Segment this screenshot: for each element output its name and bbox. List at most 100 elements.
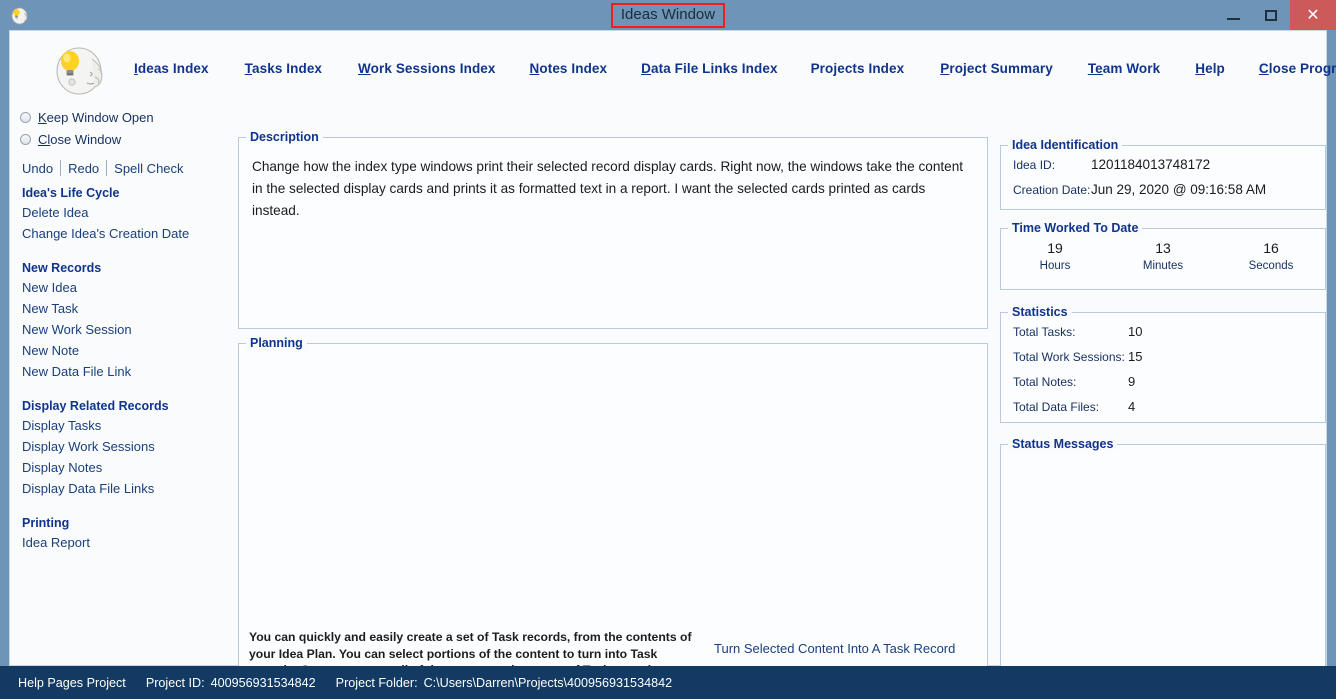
menu-mnemonic: H	[1195, 60, 1206, 76]
idea-id-row: Idea ID: 1201184013748172	[1001, 152, 1325, 177]
sidebar-link-new-task[interactable]: New Task	[20, 298, 232, 319]
lightbulb-head-logo-icon	[46, 39, 112, 97]
stat-row-total-tasks: Total Tasks: 10	[1001, 319, 1325, 344]
menu-item-project-summary[interactable]: Project Summary	[940, 61, 1053, 76]
close-button[interactable]: ✕	[1290, 0, 1336, 30]
status-messages-text	[1011, 457, 1315, 682]
menu-mnemonic: T	[244, 60, 252, 76]
menu-item-close-program[interactable]: Close Program	[1259, 61, 1336, 76]
time-worked-grid: 19 Hours 13 Minutes 16 Seconds	[1001, 239, 1325, 274]
menu-label: otes Index	[539, 60, 608, 76]
sidebar-link-new-idea[interactable]: New Idea	[20, 277, 232, 298]
menu-label: ata File Links Index	[651, 60, 778, 76]
minutes-label: Minutes	[1142, 260, 1184, 272]
total-notes-label: Total Notes:	[1013, 374, 1077, 389]
menu-item-team-work[interactable]: Team Work	[1088, 61, 1160, 76]
creation-date-label: Creation Date:	[1013, 182, 1091, 197]
menu-label: elp	[1205, 60, 1225, 76]
hours-value: 19	[1047, 240, 1063, 256]
description-panel[interactable]: Description Change how the index type wi…	[238, 130, 988, 329]
radio-mnemonic: K	[38, 110, 47, 125]
menu-mnemonic: P	[940, 60, 950, 76]
menu-item-work-sessions-index[interactable]: Work Sessions Index	[358, 61, 495, 76]
statistics-title: Statistics	[1008, 305, 1072, 319]
menu-item-projects-index[interactable]: Projects Index	[811, 61, 905, 76]
maximize-button[interactable]	[1252, 0, 1290, 30]
sidebar-link-change-creation-date[interactable]: Change Idea's Creation Date	[20, 223, 232, 244]
project-name: Help Pages Project	[18, 675, 126, 690]
sidebar-link-display-work-sessions[interactable]: Display Work Sessions	[20, 436, 232, 457]
time-cell-hours: 19 Hours	[1001, 239, 1109, 274]
description-text[interactable]: Change how the index type windows print …	[252, 156, 973, 222]
project-id-label: Project ID:	[145, 675, 205, 690]
total-tasks-value: 10	[1128, 324, 1143, 339]
menu-item-data-file-links-index[interactable]: Data File Links Index	[641, 61, 777, 76]
sidebar-link-display-data-file-links[interactable]: Display Data File Links	[20, 478, 232, 499]
divider	[106, 160, 108, 176]
idea-id-value: 1201184013748172	[1091, 157, 1211, 172]
stat-row-total-data-files: Total Data Files: 4	[1001, 394, 1325, 419]
menu-mnemonic: W	[358, 60, 371, 76]
status-bar: Help Pages Project Project ID: 4009569315…	[0, 666, 1336, 699]
window-title-container: Ideas Window	[0, 0, 1336, 30]
menu-item-tasks-index[interactable]: Tasks Index	[245, 61, 322, 76]
menu-item-ideas-index[interactable]: Ideas Index	[134, 61, 209, 76]
ideas-window-app: Ideas Window ✕ Ideas Index Tasks Index W…	[0, 0, 1336, 699]
turn-selected-content-into-task-link[interactable]: Turn Selected Content Into A Task Record	[714, 635, 955, 662]
total-notes-value: 9	[1128, 374, 1136, 389]
sidebar-link-new-note[interactable]: New Note	[20, 340, 232, 361]
sidebar-link-display-notes[interactable]: Display Notes	[20, 457, 232, 478]
menu-mnemonic: Te	[1087, 60, 1103, 76]
app-lightbulb-head-icon	[8, 4, 30, 26]
window-body: Ideas Index Tasks Index Work Sessions In…	[9, 30, 1336, 694]
radio-keep-window-open[interactable]: Keep Window Open	[20, 107, 232, 128]
redo-link[interactable]: Redo	[68, 161, 99, 176]
project-folder-value: C:\Users\Darren\Projects\400956931534842	[423, 675, 673, 690]
sidebar-link-delete-idea[interactable]: Delete Idea	[20, 202, 232, 223]
status-messages-title: Status Messages	[1008, 437, 1118, 451]
planning-textarea[interactable]	[240, 350, 986, 640]
undo-link[interactable]: Undo	[22, 161, 53, 176]
idea-identification-title: Idea Identification	[1008, 138, 1123, 152]
total-work-sessions-label: Total Work Sessions:	[1013, 349, 1125, 364]
sidebar-link-display-tasks[interactable]: Display Tasks	[20, 415, 232, 436]
creation-date-value: Jun 29, 2020 @ 09:16:58 AM	[1091, 182, 1267, 197]
menu-label: am Work	[1102, 60, 1161, 76]
radio-icon	[20, 112, 31, 123]
status-messages-panel: Status Messages	[1000, 437, 1326, 691]
edit-actions: Undo Redo Spell Check	[20, 160, 232, 176]
menu-label: lose Program	[1268, 60, 1336, 76]
total-data-files-value: 4	[1128, 399, 1136, 414]
time-cell-seconds: 16 Seconds	[1217, 239, 1325, 274]
project-id-field: Project ID: 400956931534842	[146, 676, 316, 690]
time-worked-panel: Time Worked To Date 19 Hours 13 Minutes …	[1000, 221, 1326, 290]
creation-date-row: Creation Date: Jun 29, 2020 @ 09:16:58 A…	[1001, 177, 1325, 202]
time-cell-minutes: 13 Minutes	[1109, 239, 1217, 274]
menu-mnemonic: C	[1258, 60, 1269, 76]
menu-label: Projects Index	[810, 60, 905, 76]
radio-close-window[interactable]: Close Window	[20, 129, 232, 150]
stat-row-total-work-sessions: Total Work Sessions: 15	[1001, 344, 1325, 369]
menu-item-notes-index[interactable]: Notes Index	[530, 61, 608, 76]
minimize-button[interactable]	[1214, 0, 1252, 30]
sidebar-link-new-data-file-link[interactable]: New Data File Link	[20, 361, 232, 382]
project-id-value: 400956931534842	[210, 675, 316, 690]
window-title: Ideas Window	[610, 2, 726, 28]
description-title: Description	[246, 130, 323, 144]
sidebar-link-idea-report[interactable]: Idea Report	[20, 532, 232, 553]
radio-mnemonic: Cl	[38, 132, 51, 147]
sidebar-link-new-work-session[interactable]: New Work Session	[20, 319, 232, 340]
planning-title: Planning	[246, 336, 307, 350]
menu-item-help[interactable]: Help	[1195, 61, 1225, 76]
total-data-files-label: Total Data Files:	[1013, 399, 1100, 414]
divider	[60, 160, 62, 176]
maximize-icon	[1265, 9, 1277, 21]
menu-label: deas Index	[137, 60, 209, 76]
sidebar-group-title-life-cycle: Idea's Life Cycle	[22, 186, 120, 200]
spell-check-link[interactable]: Spell Check	[114, 161, 183, 176]
seconds-value: 16	[1263, 240, 1279, 256]
sidebar: Keep Window Open Close Window Undo Redo …	[20, 107, 232, 663]
planning-panel: Planning You can quickly and easily crea…	[238, 336, 988, 694]
project-folder-label: Project Folder:	[335, 675, 418, 690]
radio-label: Close Window	[38, 132, 121, 147]
